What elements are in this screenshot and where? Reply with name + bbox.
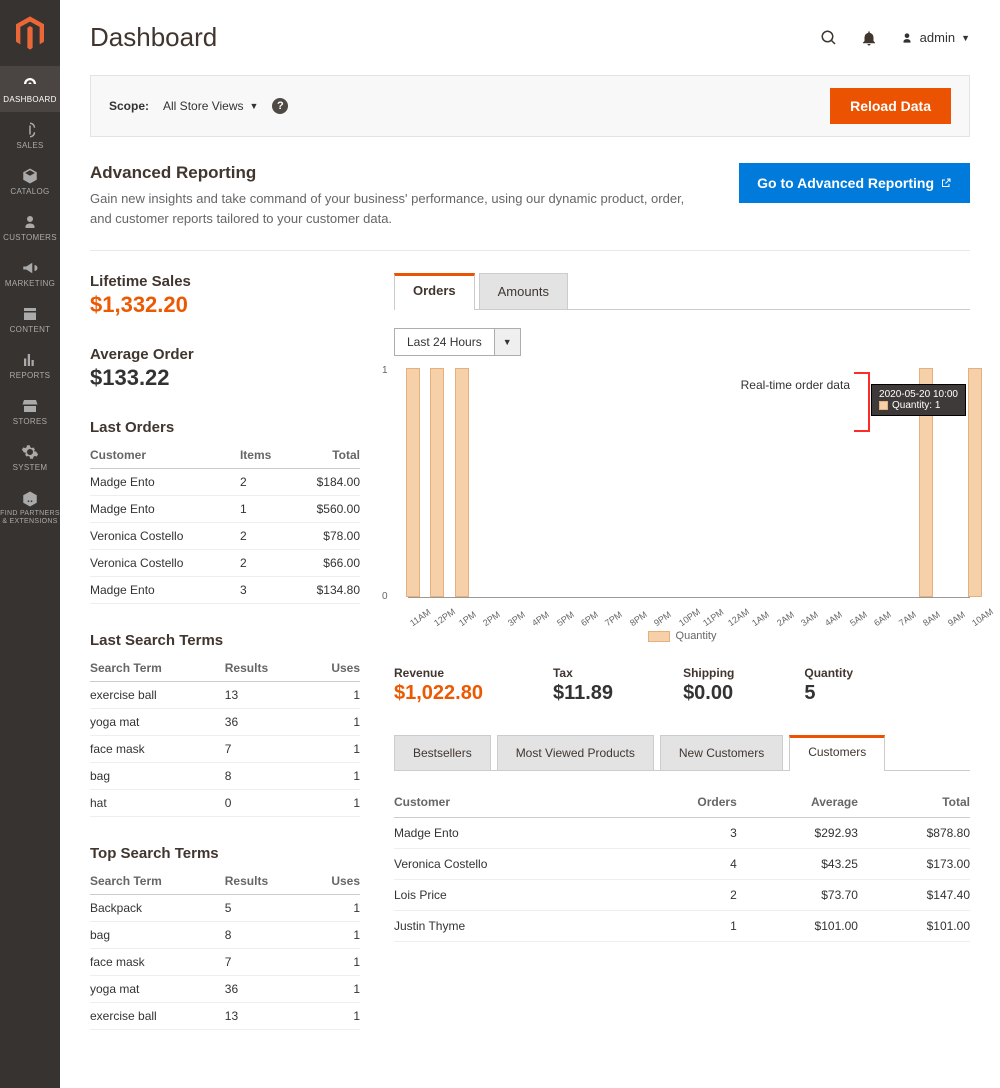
quantity-value: 5 [804,682,853,705]
main: Dashboard admin ▼ Scope: All Store Views… [60,0,1000,1088]
help-icon[interactable]: ? [272,98,288,114]
avg-label: Average Order [90,346,360,363]
last-search-table: Search TermResultsUsesexercise ball131yo… [90,655,360,817]
table-row[interactable]: Veronica Costello4$43.25$173.00 [394,849,970,880]
chart-tooltip: 2020-05-20 10:00 Quantity: 1 [871,384,966,416]
chevron-down-icon: ▼ [961,33,970,43]
last-orders-table: CustomerItemsTotalMadge Ento2$184.00Madg… [90,442,360,604]
sidebar-catalog[interactable]: CATALOG [0,158,60,204]
table-row[interactable]: Lois Price2$73.70$147.40 [394,880,970,911]
table-row[interactable]: Madge Ento3$134.80 [90,577,360,604]
revenue-value: $1,022.80 [394,682,483,705]
tab-orders[interactable]: Orders [394,273,475,310]
table-row[interactable]: hat01 [90,790,360,817]
annotation-bracket [854,372,870,432]
table-row[interactable]: bag81 [90,922,360,949]
chart-legend: Quantity [394,630,970,642]
orders-chart: 1 0 11AM12PM1PM2PM3PM4PM5PM6PM7PM8PM9PM1… [394,368,970,628]
chart-range-arrow[interactable]: ▼ [495,328,521,356]
lifetime-value: $1,332.20 [90,292,360,318]
shipping-value: $0.00 [683,682,734,705]
sidebar-marketing[interactable]: MARKETING [0,250,60,296]
adv-title: Advanced Reporting [90,163,699,183]
tab-new-customers[interactable]: New Customers [660,735,783,770]
table-row[interactable]: bag81 [90,763,360,790]
chevron-down-icon: ▼ [503,337,512,347]
chart-bar[interactable] [406,368,420,597]
tab-amounts[interactable]: Amounts [479,273,568,309]
chart-bar[interactable] [968,368,982,597]
page-title: Dashboard [90,22,217,53]
sidebar-system[interactable]: SYSTEM [0,434,60,480]
table-row[interactable]: exercise ball131 [90,1003,360,1030]
chevron-down-icon: ▼ [250,101,259,111]
search-icon[interactable] [820,29,838,47]
table-row[interactable]: Justin Thyme1$101.00$101.00 [394,911,970,942]
tab-most-viewed[interactable]: Most Viewed Products [497,735,654,770]
table-row[interactable]: face mask71 [90,736,360,763]
sidebar-customers[interactable]: CUSTOMERS [0,204,60,250]
scope-bar: Scope: All Store Views ▼ ? Reload Data [90,75,970,137]
advanced-reporting: Advanced Reporting Gain new insights and… [90,163,970,251]
sidebar-stores[interactable]: STORES [0,388,60,434]
user-icon [900,31,914,45]
table-row[interactable]: Madge Ento2$184.00 [90,469,360,496]
table-row[interactable]: Madge Ento1$560.00 [90,496,360,523]
table-row[interactable]: Madge Ento3$292.93$878.80 [394,818,970,849]
last-orders-block: Last Orders CustomerItemsTotalMadge Ento… [90,419,360,604]
tab-bestsellers[interactable]: Bestsellers [394,735,491,770]
tax-value: $11.89 [553,682,613,705]
bell-icon[interactable] [860,29,878,47]
table-row[interactable]: Veronica Costello2$66.00 [90,550,360,577]
sidebar-dashboard[interactable]: DASHBOARD [0,66,60,112]
chart-tabs: Orders Amounts [394,273,970,310]
table-row[interactable]: Backpack51 [90,895,360,922]
scope-select[interactable]: All Store Views ▼ [163,99,258,113]
top-search-block: Top Search Terms Search TermResultsUsesB… [90,845,360,1030]
chart-bar[interactable] [430,368,444,597]
sidebar-sales[interactable]: SALES [0,112,60,158]
tab-customers[interactable]: Customers [789,735,885,771]
go-adv-reporting-button[interactable]: Go to Advanced Reporting [739,163,970,203]
sidebar-content[interactable]: CONTENT [0,296,60,342]
bottom-tabs: Bestsellers Most Viewed Products New Cus… [394,735,970,771]
top-search-table: Search TermResultsUsesBackpack51bag81fac… [90,868,360,1030]
avg-value: $133.22 [90,365,360,391]
sidebar: DASHBOARD SALES CATALOG CUSTOMERS MARKET… [0,0,60,1088]
table-row[interactable]: exercise ball131 [90,682,360,709]
customers-table: CustomerOrdersAverageTotalMadge Ento3$29… [394,787,970,942]
lifetime-label: Lifetime Sales [90,273,360,290]
table-row[interactable]: yoga mat361 [90,709,360,736]
sidebar-reports[interactable]: REPORTS [0,342,60,388]
adv-desc: Gain new insights and take command of yo… [90,189,699,228]
external-link-icon [940,177,952,189]
magento-logo [10,8,50,58]
table-row[interactable]: Veronica Costello2$78.00 [90,523,360,550]
chart-bar[interactable] [455,368,469,597]
sidebar-partners[interactable]: FIND PARTNERS & EXTENSIONS [0,480,60,536]
chart-annotation: Real-time order data [741,378,850,392]
user-menu[interactable]: admin ▼ [900,30,970,45]
scope-label: Scope: [109,99,149,113]
reload-button[interactable]: Reload Data [830,88,951,124]
table-row[interactable]: yoga mat361 [90,976,360,1003]
chart-range-select[interactable]: Last 24 Hours [394,328,495,356]
last-search-block: Last Search Terms Search TermResultsUses… [90,632,360,817]
table-row[interactable]: face mask71 [90,949,360,976]
